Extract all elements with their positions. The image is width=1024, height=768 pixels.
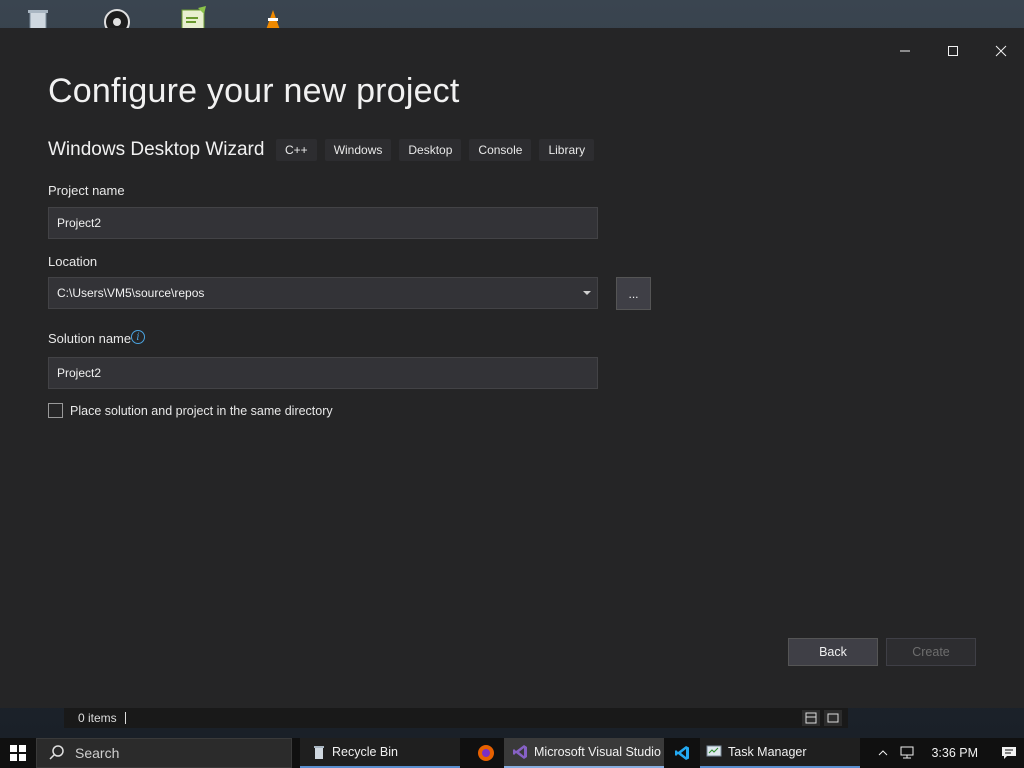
- project-name-input[interactable]: Project2: [48, 207, 598, 239]
- start-button[interactable]: [0, 738, 36, 768]
- notepad-plus-plus-icon[interactable]: [180, 4, 210, 31]
- large-icons-view-icon[interactable]: [824, 710, 842, 726]
- taskbar-search-box[interactable]: Search: [36, 738, 292, 768]
- info-icon[interactable]: i: [131, 330, 145, 344]
- system-tray: 3:36 PM: [871, 738, 1024, 768]
- page-title: Configure your new project: [48, 72, 460, 110]
- vlc-icon[interactable]: [258, 4, 288, 30]
- firefox-icon: [478, 745, 494, 761]
- task-manager-icon: [706, 745, 722, 757]
- location-combobox[interactable]: C:\Users\VM5\source\repos: [48, 277, 598, 309]
- tag-windows: Windows: [324, 139, 392, 161]
- obs-studio-icon[interactable]: [102, 4, 132, 35]
- taskbar-task-manager[interactable]: Task Manager: [700, 738, 860, 768]
- close-button[interactable]: [978, 36, 1024, 66]
- clock[interactable]: 3:36 PM: [931, 746, 978, 760]
- solution-name-input[interactable]: Project2: [48, 357, 598, 389]
- network-icon[interactable]: [895, 746, 919, 760]
- tag-library: Library: [539, 139, 595, 161]
- tag-console: Console: [469, 139, 532, 161]
- same-directory-label[interactable]: Place solution and project in the same d…: [70, 404, 333, 418]
- vscode-icon: [675, 746, 689, 760]
- task-label-recycle-bin: Recycle Bin: [332, 745, 398, 759]
- location-value: C:\Users\VM5\source\repos: [57, 286, 205, 300]
- create-button[interactable]: Create: [886, 638, 976, 666]
- task-label-visual-studio: Microsoft Visual Studio: [534, 745, 661, 759]
- chevron-up-icon[interactable]: [871, 750, 895, 756]
- back-button[interactable]: Back: [788, 638, 878, 666]
- same-directory-checkbox[interactable]: [48, 403, 63, 418]
- tag-desktop: Desktop: [399, 139, 462, 161]
- taskbar-recycle-bin[interactable]: Recycle Bin: [300, 738, 460, 768]
- configure-project-dialog: Configure your new project Windows Deskt…: [0, 28, 1024, 708]
- maximize-icon: [948, 46, 958, 56]
- tag-cpp: C++: [276, 139, 317, 161]
- notification-icon[interactable]: [994, 746, 1024, 760]
- taskbar-firefox[interactable]: [468, 738, 504, 768]
- visual-studio-icon: [513, 745, 527, 759]
- project-name-value: Project2: [57, 216, 102, 230]
- solution-name-label: Solution name: [48, 331, 132, 346]
- explorer-status-bar: 0 items: [64, 708, 848, 728]
- solution-name-value: Project2: [57, 366, 102, 380]
- location-label: Location: [48, 254, 98, 269]
- close-icon: [995, 45, 1007, 57]
- minimize-button[interactable]: [882, 36, 928, 66]
- task-label-task-manager: Task Manager: [728, 745, 807, 759]
- project-name-label: Project name: [48, 183, 125, 198]
- chevron-down-icon[interactable]: [583, 291, 591, 296]
- view-toggle: [802, 710, 842, 726]
- items-count: 0 items: [78, 711, 117, 725]
- recycle-bin-icon[interactable]: [24, 4, 54, 31]
- recycle-bin-icon: [314, 746, 324, 759]
- template-name: Windows Desktop Wizard: [48, 139, 265, 160]
- details-view-icon[interactable]: [802, 710, 820, 726]
- browse-button[interactable]: ...: [616, 277, 651, 310]
- search-placeholder: Search: [75, 745, 120, 761]
- maximize-button[interactable]: [930, 36, 976, 66]
- taskbar-visual-studio[interactable]: Microsoft Visual Studio: [504, 738, 664, 768]
- minimize-icon: [900, 50, 910, 52]
- windows-logo-icon: [10, 745, 26, 761]
- template-tags: C++ Windows Desktop Console Library: [276, 139, 595, 161]
- taskbar: Search Recycle Bin Microsoft Visual Stud…: [0, 738, 1024, 768]
- search-icon: [49, 745, 64, 760]
- taskbar-vscode[interactable]: [664, 738, 700, 768]
- status-divider: [124, 712, 126, 724]
